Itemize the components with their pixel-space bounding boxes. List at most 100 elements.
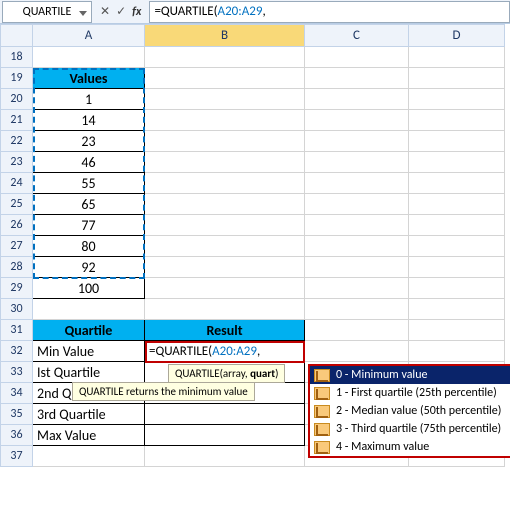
cell[interactable]	[409, 257, 505, 278]
row-34[interactable]: 34	[1, 383, 33, 404]
col-B[interactable]: B	[145, 25, 305, 47]
cell[interactable]	[145, 152, 305, 173]
fx-icon[interactable]: fx	[132, 5, 141, 19]
cell[interactable]	[409, 278, 505, 299]
cell[interactable]	[409, 152, 505, 173]
cell[interactable]	[409, 320, 505, 341]
row-29[interactable]: 29	[1, 278, 33, 299]
cell[interactable]	[305, 215, 409, 236]
row-19[interactable]: 19	[1, 68, 33, 89]
row-18[interactable]: 18	[1, 47, 33, 68]
cell[interactable]	[305, 89, 409, 110]
cell[interactable]	[145, 131, 305, 152]
cell[interactable]	[145, 47, 305, 68]
cell[interactable]	[145, 110, 305, 131]
row-25[interactable]: 25	[1, 194, 33, 215]
cell[interactable]	[145, 257, 305, 278]
cell[interactable]: 80	[33, 236, 145, 257]
intelli-item-1[interactable]: 1 - First quartile (25th percentile)	[310, 384, 510, 402]
cell[interactable]: Min Value	[33, 341, 145, 362]
cell[interactable]: 55	[33, 173, 145, 194]
intelli-item-4[interactable]: 4 - Maximum value	[310, 438, 510, 456]
cell[interactable]	[33, 47, 145, 68]
cell[interactable]	[305, 341, 409, 362]
cell[interactable]: Max Value	[33, 425, 145, 446]
cell[interactable]	[409, 110, 505, 131]
row-30[interactable]: 30	[1, 299, 33, 320]
col-C[interactable]: C	[305, 25, 409, 47]
cell[interactable]: 92	[33, 257, 145, 278]
cell[interactable]	[305, 299, 409, 320]
cell[interactable]	[145, 68, 305, 89]
cell[interactable]	[409, 47, 505, 68]
cell[interactable]	[145, 446, 305, 467]
cell[interactable]	[409, 341, 505, 362]
cell[interactable]	[145, 299, 305, 320]
row-36[interactable]: 36	[1, 425, 33, 446]
intelli-item-3[interactable]: 3 - Third quartile (75th percentile)	[310, 420, 510, 438]
cell[interactable]	[145, 404, 305, 425]
cell[interactable]	[305, 110, 409, 131]
name-box[interactable]: QUARTILE	[2, 1, 92, 23]
cell[interactable]	[409, 68, 505, 89]
cell[interactable]	[145, 236, 305, 257]
cell[interactable]	[409, 131, 505, 152]
cell[interactable]	[145, 89, 305, 110]
row-35[interactable]: 35	[1, 404, 33, 425]
cell[interactable]	[305, 236, 409, 257]
cell[interactable]	[33, 299, 145, 320]
cell[interactable]	[409, 194, 505, 215]
row-33[interactable]: 33	[1, 362, 33, 383]
cell[interactable]: Ist Quartile	[33, 362, 145, 383]
cell[interactable]	[33, 446, 145, 467]
cell[interactable]	[409, 215, 505, 236]
row-22[interactable]: 22	[1, 131, 33, 152]
row-28[interactable]: 28	[1, 257, 33, 278]
row-32[interactable]: 32	[1, 341, 33, 362]
cell[interactable]	[305, 278, 409, 299]
cell[interactable]	[305, 320, 409, 341]
cell[interactable]: 23	[33, 131, 145, 152]
cell[interactable]: 14	[33, 110, 145, 131]
cell[interactable]	[305, 68, 409, 89]
row-31[interactable]: 31	[1, 320, 33, 341]
cancel-icon[interactable]: ✕	[100, 4, 110, 19]
formula-input[interactable]: =QUARTILE(A20:A29,	[149, 1, 510, 23]
active-cell[interactable]: =QUARTILE(A20:A29,	[145, 341, 305, 362]
row-20[interactable]: 20	[1, 89, 33, 110]
cell[interactable]: 46	[33, 152, 145, 173]
cell[interactable]	[409, 173, 505, 194]
cell[interactable]	[409, 299, 505, 320]
row-23[interactable]: 23	[1, 152, 33, 173]
col-A[interactable]: A	[33, 25, 145, 47]
cell[interactable]	[145, 215, 305, 236]
cell[interactable]: 65	[33, 194, 145, 215]
intelli-item-0[interactable]: 0 - Minimum value	[310, 366, 510, 384]
row-27[interactable]: 27	[1, 236, 33, 257]
cell[interactable]	[409, 236, 505, 257]
cell[interactable]	[305, 152, 409, 173]
row-21[interactable]: 21	[1, 110, 33, 131]
select-all[interactable]	[1, 25, 33, 47]
cell[interactable]	[409, 89, 505, 110]
quartile-header[interactable]: Quartile	[33, 320, 145, 341]
col-D[interactable]: D	[409, 25, 505, 47]
intelli-item-2[interactable]: 2 - Median value (50th percentile)	[310, 402, 510, 420]
cell[interactable]	[145, 173, 305, 194]
cell[interactable]: 3rd Quartile	[33, 404, 145, 425]
row-24[interactable]: 24	[1, 173, 33, 194]
cell[interactable]	[305, 194, 409, 215]
enter-icon[interactable]: ✓	[116, 4, 126, 19]
row-26[interactable]: 26	[1, 215, 33, 236]
values-header[interactable]: Values	[33, 68, 145, 89]
cell[interactable]	[145, 278, 305, 299]
cell[interactable]: 77	[33, 215, 145, 236]
cell[interactable]: 1	[33, 89, 145, 110]
cell[interactable]	[145, 194, 305, 215]
cell[interactable]	[145, 425, 305, 446]
result-header[interactable]: Result	[145, 320, 305, 341]
row-37[interactable]: 37	[1, 446, 33, 467]
cell[interactable]	[305, 173, 409, 194]
cell[interactable]	[305, 257, 409, 278]
cell[interactable]	[305, 47, 409, 68]
